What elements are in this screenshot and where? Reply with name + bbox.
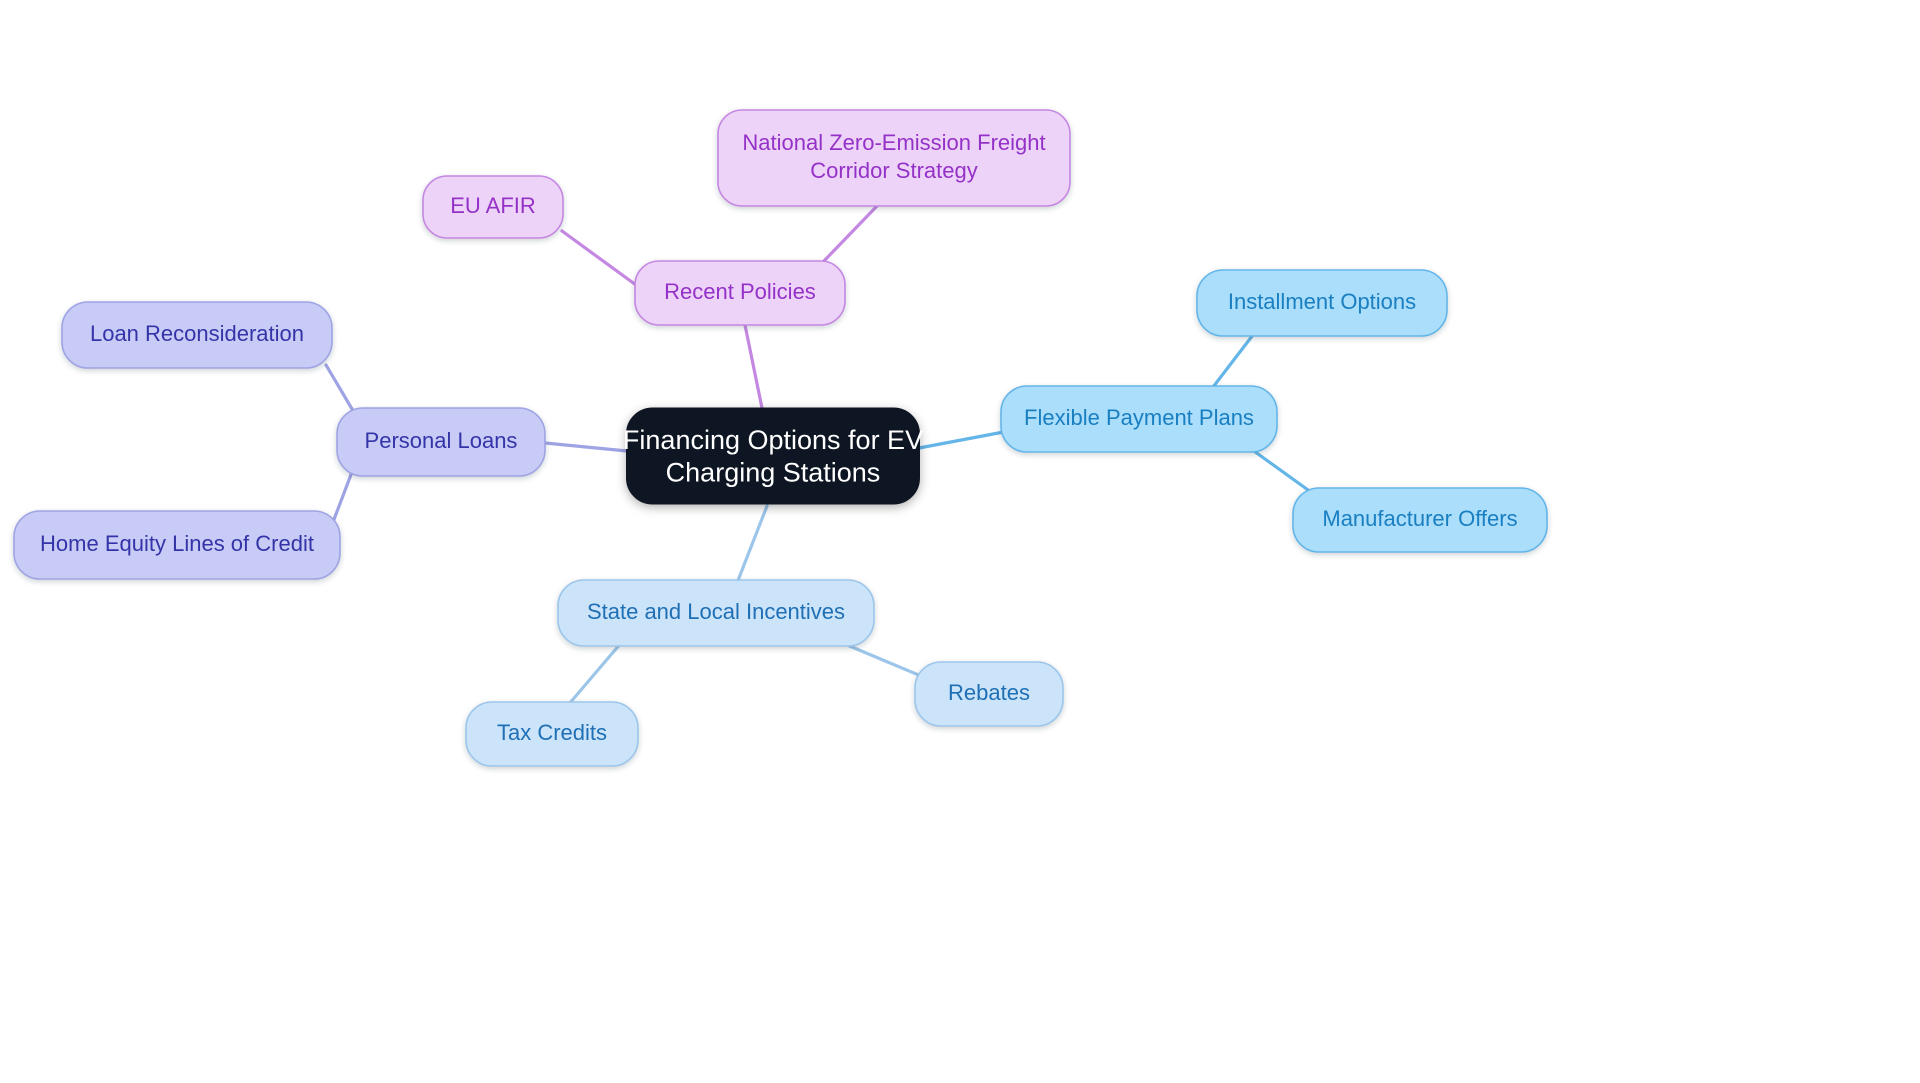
edge-root-recent-policies xyxy=(743,323,764,410)
node-flexible-payment-plans[interactable]: Flexible Payment Plans xyxy=(1000,385,1278,453)
node-installment-options[interactable]: Installment Options xyxy=(1196,269,1448,337)
edge-personal-loans-loan-reconsideration xyxy=(324,363,357,416)
edge-state-tax-credits xyxy=(567,641,623,706)
node-recent-policies[interactable]: Recent Policies xyxy=(634,260,846,326)
node-label-rebates: Rebates xyxy=(948,680,1030,705)
edge-recent-policies-national-strategy xyxy=(821,204,879,264)
node-national-zero-emission-freight-corridor-strategy[interactable]: National Zero-Emission Freight Corridor S… xyxy=(717,109,1071,207)
edge-recent-policies-eu-afir xyxy=(560,229,638,287)
edge-root-personal-loans xyxy=(543,441,629,453)
edge-root-flexible-payment-plans xyxy=(917,429,1011,450)
mindmap-svg: Recent Policies EU AFIR National Zero-Emis… xyxy=(13,109,1548,767)
node-rebates[interactable]: Rebates xyxy=(914,661,1064,727)
node-manufacturer-offers[interactable]: Manufacturer Offers xyxy=(1292,487,1548,553)
node-label-manufacturer-offers: Manufacturer Offers xyxy=(1322,506,1517,531)
node-label-loan-reconsideration: Loan Reconsideration xyxy=(90,321,304,346)
edge-root-state-local-incentives xyxy=(735,504,769,585)
node-tax-credits[interactable]: Tax Credits xyxy=(465,701,639,767)
node-label-eu-afir: EU AFIR xyxy=(450,193,536,218)
node-root[interactable]: Financing Options for EV Charging Station… xyxy=(623,407,923,505)
root-node-layer: Financing Options for EV Charging Station… xyxy=(623,407,923,505)
node-eu-afir[interactable]: EU AFIR xyxy=(422,175,564,239)
node-label-state-and-local-incentives: State and Local Incentives xyxy=(587,599,845,624)
node-label-home-equity-lines-of-credit: Home Equity Lines of Credit xyxy=(40,531,314,556)
node-label-installment-options: Installment Options xyxy=(1228,289,1416,314)
node-label-tax-credits: Tax Credits xyxy=(497,720,607,745)
edge-flexible-manufacturer-offers xyxy=(1245,444,1317,497)
node-label-flexible-payment-plans: Flexible Payment Plans xyxy=(1024,405,1254,430)
edge-flexible-installment-options xyxy=(1208,329,1258,393)
mindmap-canvas: Recent Policies EU AFIR National Zero-Emis… xyxy=(0,0,1920,1083)
node-shape-root[interactable] xyxy=(626,407,920,505)
node-home-equity-lines-of-credit[interactable]: Home Equity Lines of Credit xyxy=(13,510,341,580)
node-label-recent-policies: Recent Policies xyxy=(664,279,816,304)
node-state-and-local-incentives[interactable]: State and Local Incentives xyxy=(557,579,875,647)
node-label-personal-loans: Personal Loans xyxy=(365,428,518,453)
edge-personal-loans-home-equity xyxy=(331,470,354,524)
node-personal-loans[interactable]: Personal Loans xyxy=(336,407,546,477)
node-loan-reconsideration[interactable]: Loan Reconsideration xyxy=(61,301,333,369)
edge-state-rebates xyxy=(838,640,923,678)
